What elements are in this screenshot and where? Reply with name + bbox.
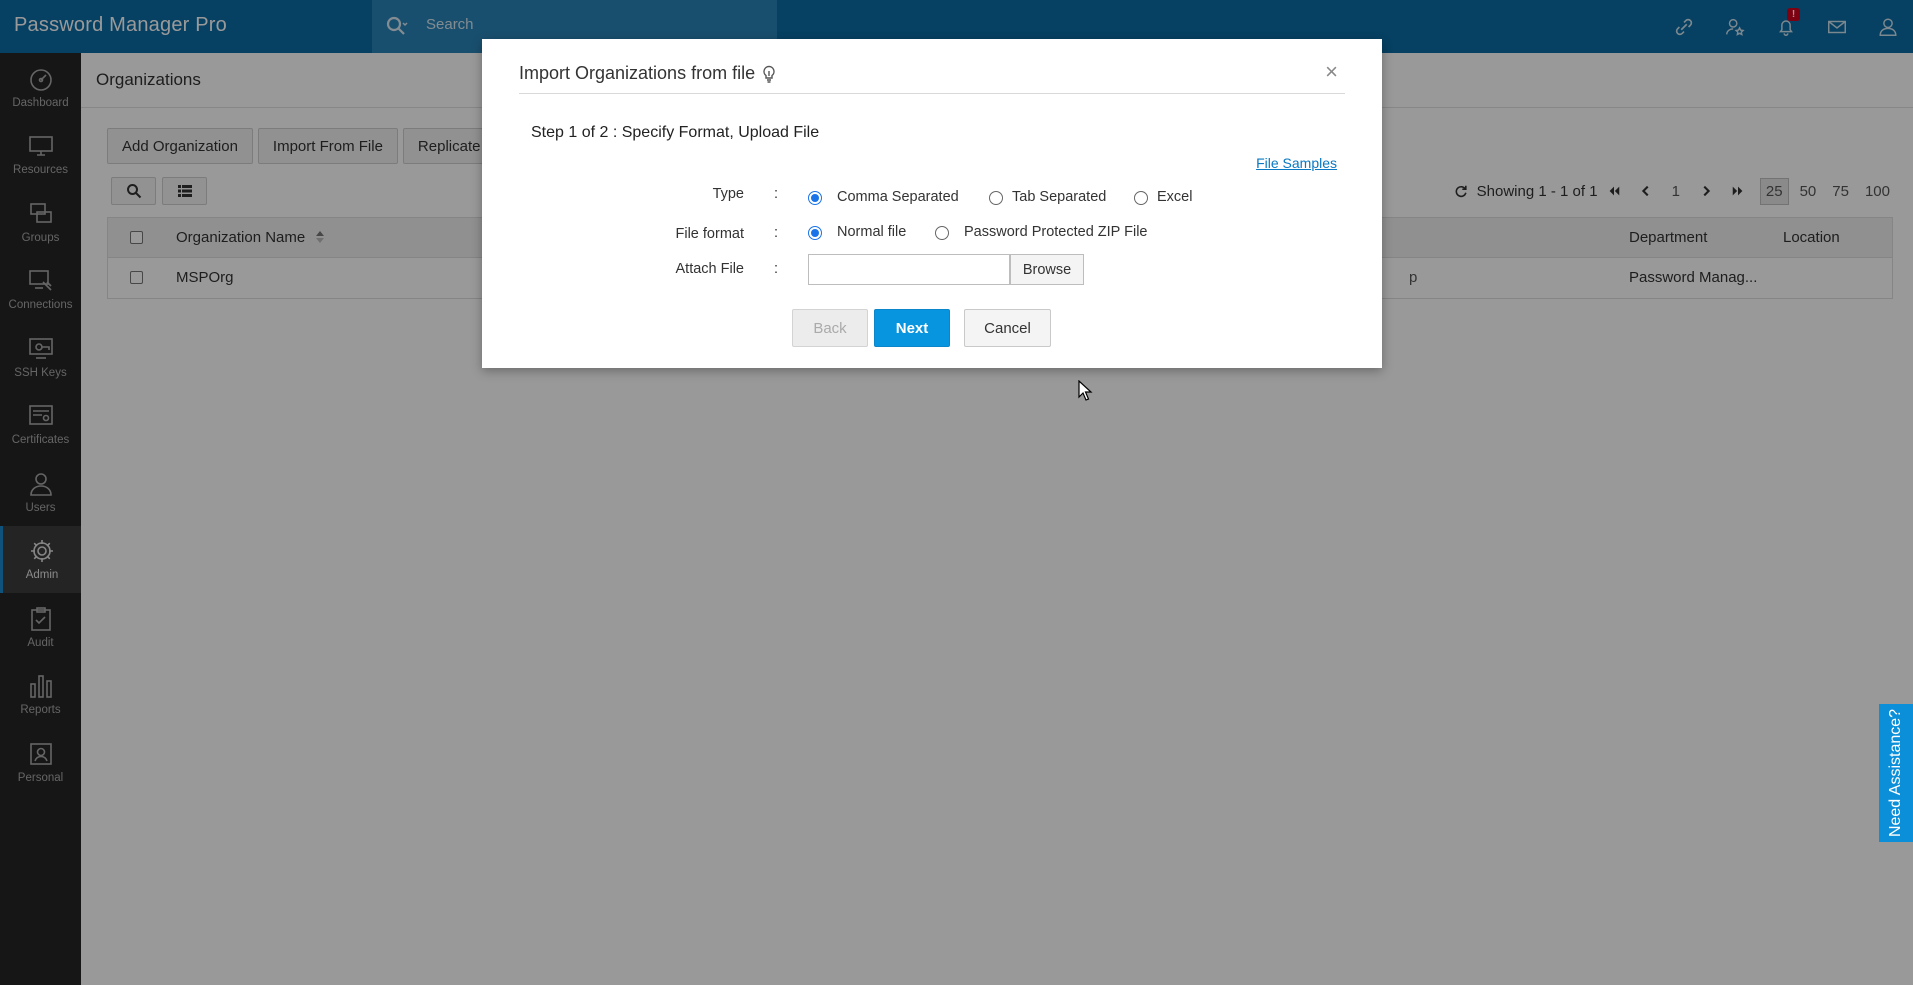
type-tab-radio[interactable] bbox=[989, 191, 1003, 205]
colon: : bbox=[774, 261, 779, 277]
lightbulb-icon[interactable] bbox=[761, 65, 777, 83]
close-button[interactable]: × bbox=[1325, 59, 1338, 85]
format-normal-label[interactable]: Normal file bbox=[837, 224, 906, 240]
step-indicator: Step 1 of 2 : Specify Format, Upload Fil… bbox=[531, 124, 820, 141]
type-comma-label[interactable]: Comma Separated bbox=[837, 189, 959, 205]
attach-file-input[interactable] bbox=[808, 254, 1010, 285]
back-button[interactable]: Back bbox=[792, 309, 868, 347]
need-assistance-label: Need Assistance? bbox=[1887, 708, 1905, 838]
attach-file-label: Attach File bbox=[675, 261, 745, 277]
type-comma-radio[interactable] bbox=[808, 191, 822, 205]
dialog-title: Import Organizations from file bbox=[519, 63, 777, 84]
type-excel-radio[interactable] bbox=[1134, 191, 1148, 205]
colon: : bbox=[774, 186, 779, 202]
need-assistance-tab[interactable]: Need Assistance? bbox=[1879, 704, 1913, 842]
format-zip-radio[interactable] bbox=[935, 226, 949, 240]
dialog-divider bbox=[519, 93, 1345, 94]
file-samples-link[interactable]: File Samples bbox=[1256, 155, 1337, 171]
type-tab-label[interactable]: Tab Separated bbox=[1012, 189, 1106, 205]
type-excel-label[interactable]: Excel bbox=[1157, 189, 1192, 205]
import-organizations-dialog: Import Organizations from file × Step 1 … bbox=[482, 39, 1382, 368]
cancel-button[interactable]: Cancel bbox=[964, 309, 1051, 347]
dialog-title-text: Import Organizations from file bbox=[519, 63, 756, 83]
file-format-label: File format bbox=[675, 226, 745, 242]
type-label: Type bbox=[712, 186, 744, 202]
format-zip-label[interactable]: Password Protected ZIP File bbox=[964, 224, 1147, 240]
format-normal-radio[interactable] bbox=[808, 226, 822, 240]
mouse-cursor-icon bbox=[1078, 380, 1093, 401]
next-button[interactable]: Next bbox=[874, 309, 950, 347]
colon: : bbox=[774, 225, 779, 241]
browse-button[interactable]: Browse bbox=[1010, 254, 1084, 285]
